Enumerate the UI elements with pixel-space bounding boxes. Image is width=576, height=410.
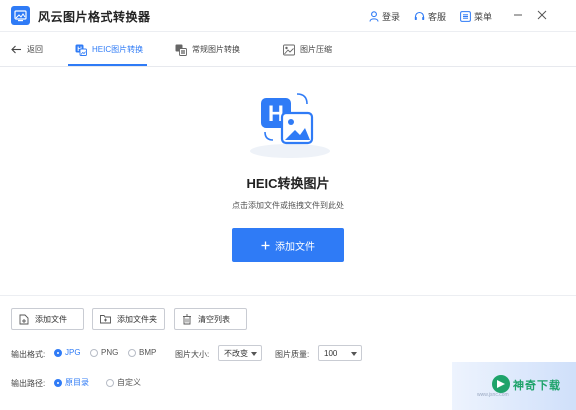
menu-label: 菜单 (474, 11, 493, 22)
clear-list-button[interactable]: 清空列表 (174, 308, 247, 330)
convert-icon (175, 44, 187, 56)
format-bmp-label: BMP (139, 348, 157, 357)
menu-button[interactable]: 菜单 (460, 9, 492, 23)
chevron-down-icon (251, 352, 257, 356)
image-size-label: 图片大小: (175, 350, 210, 359)
format-png-label: PNG (101, 348, 119, 357)
image-quality-value: 100 (324, 348, 338, 358)
tab-heic[interactable]: H HEIC图片转换 (75, 32, 143, 67)
back-button[interactable]: 返回 (11, 32, 43, 67)
heic-hero-icon: H (249, 88, 331, 160)
app-title: 风云图片格式转换器 (38, 10, 151, 24)
path-original-label: 原目录 (65, 378, 89, 387)
hero-title: HEIC转换图片 (246, 176, 330, 191)
back-label: 返回 (27, 45, 43, 54)
format-jpg-label: JPG (65, 348, 81, 357)
image-quality-select[interactable]: 100 (318, 345, 362, 361)
user-icon (369, 10, 379, 22)
support-button[interactable]: 客服 (414, 9, 446, 23)
watermark-small-text: www.jsnc.com (477, 392, 509, 398)
output-format-label: 输出格式: (11, 350, 46, 359)
folder-icon (100, 315, 111, 324)
add-file-label: 添加文件 (35, 314, 67, 324)
image-quality-label: 图片质量: (275, 350, 310, 359)
path-custom-radio[interactable]: 自定义 (106, 377, 141, 388)
hero-subtitle: 点击添加文件或拖拽文件到此处 (232, 201, 344, 210)
format-bmp-radio[interactable]: BMP (128, 348, 156, 357)
radio-dot (128, 348, 136, 357)
app-logo-icon (11, 6, 30, 25)
format-jpg-radio[interactable]: JPG (54, 348, 81, 357)
tab-heic-label: HEIC图片转换 (92, 45, 144, 54)
add-folder-label: 添加文件夹 (117, 314, 157, 324)
add-file-primary-label: 添加文件 (275, 241, 315, 253)
support-label: 客服 (428, 11, 447, 22)
minimize-icon (514, 14, 522, 16)
headset-icon (414, 11, 425, 20)
clear-list-label: 清空列表 (198, 314, 230, 324)
heic-icon: H (75, 44, 87, 56)
format-png-radio[interactable]: PNG (90, 348, 118, 357)
chevron-down-icon (351, 352, 357, 356)
login-button[interactable]: 登录 (369, 9, 400, 23)
add-file-button[interactable]: 添加文件 (11, 308, 84, 330)
radio-dot (90, 348, 98, 357)
path-original-radio[interactable]: 原目录 (54, 377, 89, 388)
watermark-text: 神奇下载 (513, 380, 561, 392)
radio-dot (54, 348, 62, 357)
radio-dot (54, 378, 62, 387)
add-file-icon (19, 314, 29, 324)
image-size-select[interactable]: 不改变 (218, 345, 262, 361)
title-bar: 风云图片格式转换器 登录 客服 菜单 (0, 0, 576, 32)
compress-icon (283, 44, 295, 55)
active-tab-indicator (68, 64, 147, 66)
minimize-button[interactable] (512, 9, 524, 21)
add-folder-button[interactable]: 添加文件夹 (92, 308, 165, 330)
nav-bar: 返回 H HEIC图片转换 常规图片转换 图片压缩 (0, 32, 576, 67)
tab-compress-label: 图片压缩 (300, 45, 332, 54)
plus-icon (261, 241, 270, 249)
add-file-primary-button[interactable]: 添加文件 (232, 228, 344, 262)
close-button[interactable] (536, 9, 548, 21)
close-icon (537, 10, 547, 20)
arrow-left-icon (11, 45, 21, 54)
radio-dot (106, 378, 114, 387)
menu-icon (460, 10, 471, 22)
image-size-value: 不改变 (224, 348, 248, 358)
path-custom-label: 自定义 (117, 378, 141, 387)
tab-regular[interactable]: 常规图片转换 (175, 32, 240, 67)
login-label: 登录 (382, 11, 401, 22)
tab-compress[interactable]: 图片压缩 (283, 32, 332, 67)
tab-regular-label: 常规图片转换 (192, 45, 240, 54)
watermark-logo-icon (492, 375, 510, 393)
output-path-label: 输出路径: (11, 379, 46, 388)
trash-icon (183, 314, 191, 324)
